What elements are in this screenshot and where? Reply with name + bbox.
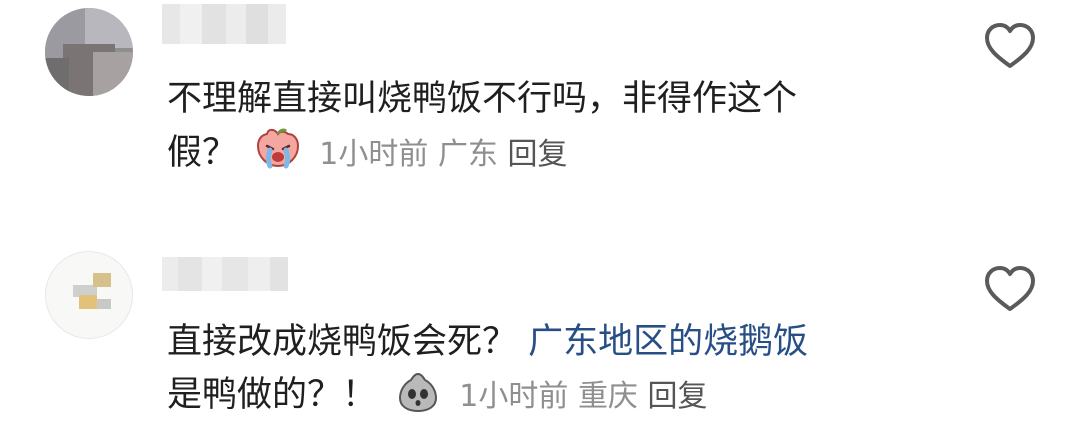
topic-link[interactable]: 广东地区的烧鹅饭 [528,322,808,362]
comment-text-line: 是鸭做的？！ [167,375,378,415]
reply-button[interactable]: 回复 [647,379,707,414]
comment-item: 不理解直接叫烧鸭饭不行吗，非得作这个 假？ 1小时前 广东 回复 [0,0,1080,200]
comment-item: 直接改成烧鸭饭会死？ 广东地区的烧鹅饭 是鸭做的？！ 1小时前 重庆 回复 [0,245,1080,443]
username-blurred[interactable] [162,257,288,291]
comment-time: 1小时前 [459,379,569,414]
comment-text: 直接改成烧鸭饭会死？ 广东地区的烧鹅饭 [167,317,808,367]
avatar[interactable] [45,8,133,96]
comment-text-line: 直接改成烧鸭饭会死？ [167,322,518,362]
heart-icon[interactable] [984,22,1036,70]
comment-time: 1小时前 [319,137,429,172]
comment-location: 重庆 [577,379,638,414]
avatar[interactable] [45,251,133,339]
comment-text-continued: 是鸭做的？！ 1小时前 重庆 回复 [167,370,707,422]
comment-text: 不理解直接叫烧鸭饭不行吗，非得作这个 [167,74,797,124]
username-blurred[interactable] [162,4,286,44]
comment-text-line: 不理解直接叫烧鸭饭不行吗，非得作这个 [167,79,798,119]
crying-peach-emoji-icon [257,128,300,169]
shocked-gray-blob-emoji-icon [399,372,438,413]
heart-icon[interactable] [984,265,1036,313]
comment-text-continued: 假？ 1小时前 广东 回复 [167,128,567,180]
comment-location: 广东 [437,137,498,172]
reply-button[interactable]: 回复 [507,137,567,172]
comment-text-line: 假？ [167,133,238,173]
